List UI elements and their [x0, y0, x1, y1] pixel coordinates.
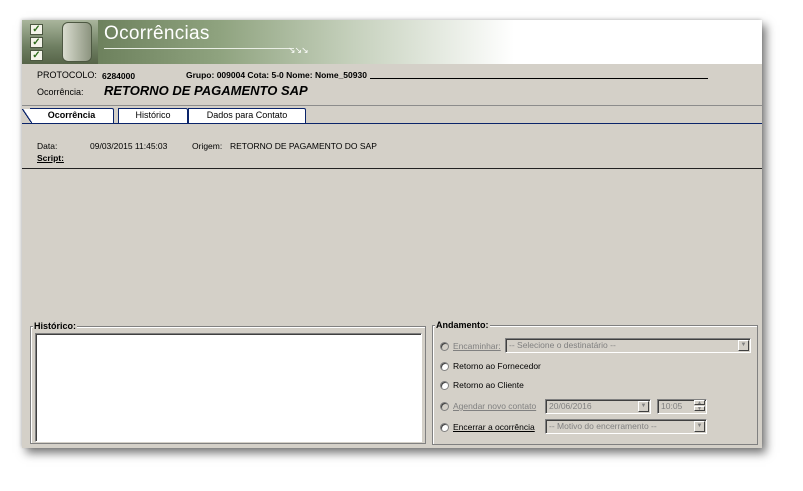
schedule-time-value: 10:05	[661, 401, 683, 411]
chevron-down-icon[interactable]: ▼	[694, 421, 705, 432]
group-info: Grupo: 009004 Cota: 5-0 Nome: Nome_50930	[186, 70, 367, 80]
chevron-down-icon[interactable]: ▼	[738, 340, 749, 351]
check-icon: ✓	[30, 37, 43, 48]
arrow-down-icon[interactable]: ▼	[694, 406, 705, 412]
supplier-return-label: Retorno ao Fornecedor	[453, 361, 541, 371]
window-title: Ocorrências	[104, 23, 210, 44]
arrows-icon: ↘↘↘	[288, 45, 309, 55]
schedule-date-picker[interactable]: 20/06/2016 ▼	[545, 399, 651, 414]
arrow-up-icon[interactable]: ▲	[694, 400, 705, 406]
title-divider	[104, 48, 294, 49]
check-icon: ✓	[30, 50, 43, 61]
chevron-down-icon[interactable]: ▼	[638, 401, 649, 412]
tab-strip-line	[22, 123, 762, 124]
occurrence-label: Ocorrência:	[37, 87, 84, 97]
clipboard-icon	[62, 22, 92, 62]
protocol-label: PROTOCOLO:	[37, 70, 97, 80]
close-occurrence-radio[interactable]	[440, 423, 449, 432]
close-occurrence-label: Encerrar a ocorrência	[453, 422, 535, 432]
group-info-underline	[370, 78, 708, 79]
client-return-radio[interactable]	[440, 381, 449, 390]
header-separator	[22, 105, 762, 106]
forward-label: Encaminhar:	[453, 341, 501, 351]
client-return-label: Retorno ao Cliente	[453, 380, 524, 390]
checklist-logo-icon: ✓ ✓ ✓	[22, 20, 98, 64]
origin-label: Origem:	[192, 141, 223, 151]
schedule-contact-radio[interactable]	[440, 402, 449, 411]
history-textarea[interactable]	[35, 333, 422, 442]
progress-title: Andamento:	[435, 320, 490, 330]
history-group: Histórico:	[30, 321, 426, 444]
protocol-value: 6284000	[102, 71, 136, 81]
tab-dados-contato[interactable]: Dados para Contato	[188, 108, 306, 123]
recipient-select[interactable]: -- Selecione o destinatário -- ▼	[505, 338, 751, 353]
history-title: Histórico:	[33, 321, 78, 331]
recipient-select-value: -- Selecione o destinatário --	[509, 340, 616, 350]
forward-radio[interactable]	[440, 342, 449, 351]
date-value: 09/03/2015 11:45:03	[90, 141, 168, 151]
date-label: Data:	[37, 141, 58, 151]
schedule-date-value: 20/06/2016	[549, 401, 592, 411]
schedule-time-stepper[interactable]: 10:05 ▲ ▼	[657, 399, 707, 414]
supplier-return-radio[interactable]	[440, 362, 449, 371]
occurrence-title: RETORNO DE PAGAMENTO SAP	[104, 83, 308, 98]
tab-historico[interactable]: Histórico	[118, 108, 188, 123]
occurrences-window: ✓ ✓ ✓ Ocorrências ↘↘↘ PROTOCOLO: 6284000…	[22, 20, 762, 448]
tab-ocorrencia[interactable]: Ocorrência	[22, 108, 114, 124]
close-reason-value: -- Motivo do encerramento --	[549, 421, 657, 431]
origin-value: RETORNO DE PAGAMENTO DO SAP	[230, 141, 377, 151]
progress-group: Andamento: Encaminhar: -- Selecione o de…	[432, 320, 758, 445]
schedule-contact-label: Agendar novo contato	[453, 401, 537, 411]
header-banner: ✓ ✓ ✓ Ocorrências ↘↘↘	[22, 20, 762, 64]
check-icon: ✓	[30, 24, 43, 35]
close-reason-select[interactable]: -- Motivo do encerramento -- ▼	[545, 419, 707, 434]
script-divider	[22, 168, 762, 169]
script-label: Script:	[37, 153, 64, 163]
